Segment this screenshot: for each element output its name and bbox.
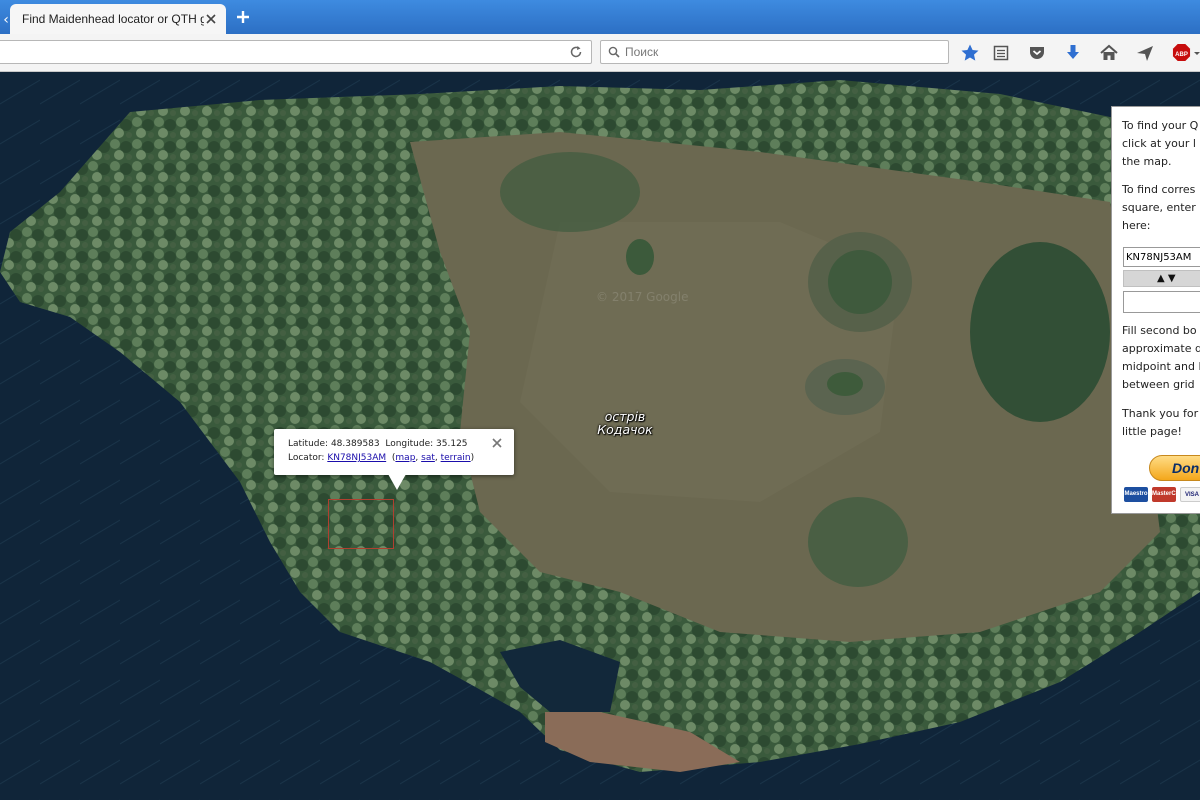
navigation-toolbar: ABP (0, 34, 1200, 72)
donate-button[interactable]: Don (1149, 455, 1200, 481)
satellite-map[interactable]: © 2017 Google острів Кодачок Latitude: 4… (0, 72, 1200, 800)
panel-instructions-1: To find your Q click at your l the map. (1122, 117, 1200, 171)
locator-arrow-buttons[interactable]: ▲ ▼ (1123, 270, 1200, 287)
panel-instructions-2: To find corres square, enter here: (1122, 181, 1200, 235)
send-arrow-icon[interactable] (1135, 43, 1155, 63)
longitude-label: Longitude: (385, 439, 434, 449)
mastercard-card-icon: MasterCard (1152, 487, 1185, 502)
downloads-icon[interactable] (1063, 43, 1083, 63)
latitude-value: 48.389583 (330, 439, 380, 449)
island-label: острів Кодачок (590, 410, 660, 436)
pocket-icon[interactable] (1027, 43, 1047, 63)
adblock-label: ABP (1175, 52, 1188, 58)
visa-card-icon: VISA (1180, 487, 1200, 502)
coordinates-line: Latitude: 48.389583 Longitude: 35.125 (288, 437, 514, 451)
panel-text-line: square, enter (1122, 201, 1196, 214)
panel-text-line: Fill second bo (1122, 324, 1197, 337)
search-input[interactable] (625, 42, 935, 62)
panel-thanks: Thank you for little page! (1122, 405, 1200, 441)
panel-text-line: between grid (1122, 378, 1195, 391)
adblock-plus-icon[interactable]: ABP (1172, 43, 1200, 63)
tab-close-icon[interactable] (204, 12, 218, 26)
selected-grid-square (328, 499, 394, 549)
panel-instructions-3: Fill second bo approximate d midpoint an… (1122, 322, 1200, 394)
search-bar[interactable] (600, 40, 949, 64)
tab-title: Find Maidenhead locator or QTH g... (22, 12, 204, 26)
url-bar[interactable] (0, 40, 592, 64)
sat-link[interactable]: sat (421, 453, 435, 463)
info-window-close-icon[interactable] (491, 437, 503, 449)
bookmark-star-icon[interactable] (960, 43, 980, 63)
panel-text-line: little page! (1122, 425, 1182, 438)
new-tab-icon[interactable] (234, 8, 252, 26)
island-label-line2: Кодачок (597, 422, 653, 437)
locator-input[interactable] (1123, 247, 1200, 267)
panel-text-line: here: (1122, 219, 1151, 232)
second-locator-input[interactable] (1123, 291, 1200, 313)
map-info-window: Latitude: 48.389583 Longitude: 35.125 Lo… (274, 429, 514, 475)
locator-label: Locator: (288, 453, 325, 463)
active-tab[interactable]: Find Maidenhead locator or QTH g... (10, 4, 226, 34)
map-watermark: © 2017 Google (596, 290, 689, 304)
maestro-card-icon: Maestro (1124, 487, 1148, 502)
terrain-link[interactable]: terrain (441, 453, 471, 463)
panel-text-line: the map. (1122, 155, 1172, 168)
panel-text-line: To find your Q (1122, 119, 1199, 132)
map-link[interactable]: map (395, 453, 415, 463)
locator-line: Locator: KN78NJ53AM (map, sat, terrain) (288, 453, 475, 463)
search-icon (608, 46, 620, 58)
locator-link[interactable]: KN78NJ53AM (327, 453, 386, 463)
tab-bar: ‹ Find Maidenhead locator or QTH g... (0, 0, 1200, 34)
info-window-pointer (388, 474, 406, 490)
home-icon[interactable] (1099, 43, 1119, 63)
longitude-value: 35.125 (436, 439, 468, 449)
panel-text-line: approximate d (1122, 342, 1200, 355)
locator-panel: To find your Q click at your l the map. … (1111, 106, 1200, 514)
panel-text-line: Thank you for (1122, 407, 1199, 420)
bookmarks-list-icon[interactable] (991, 43, 1011, 63)
panel-text-line: To find corres (1122, 183, 1196, 196)
latitude-label: Latitude: (288, 439, 329, 449)
panel-text-line: midpoint and l (1122, 360, 1200, 373)
panel-text-line: click at your l (1122, 137, 1196, 150)
reload-icon[interactable] (569, 45, 583, 59)
